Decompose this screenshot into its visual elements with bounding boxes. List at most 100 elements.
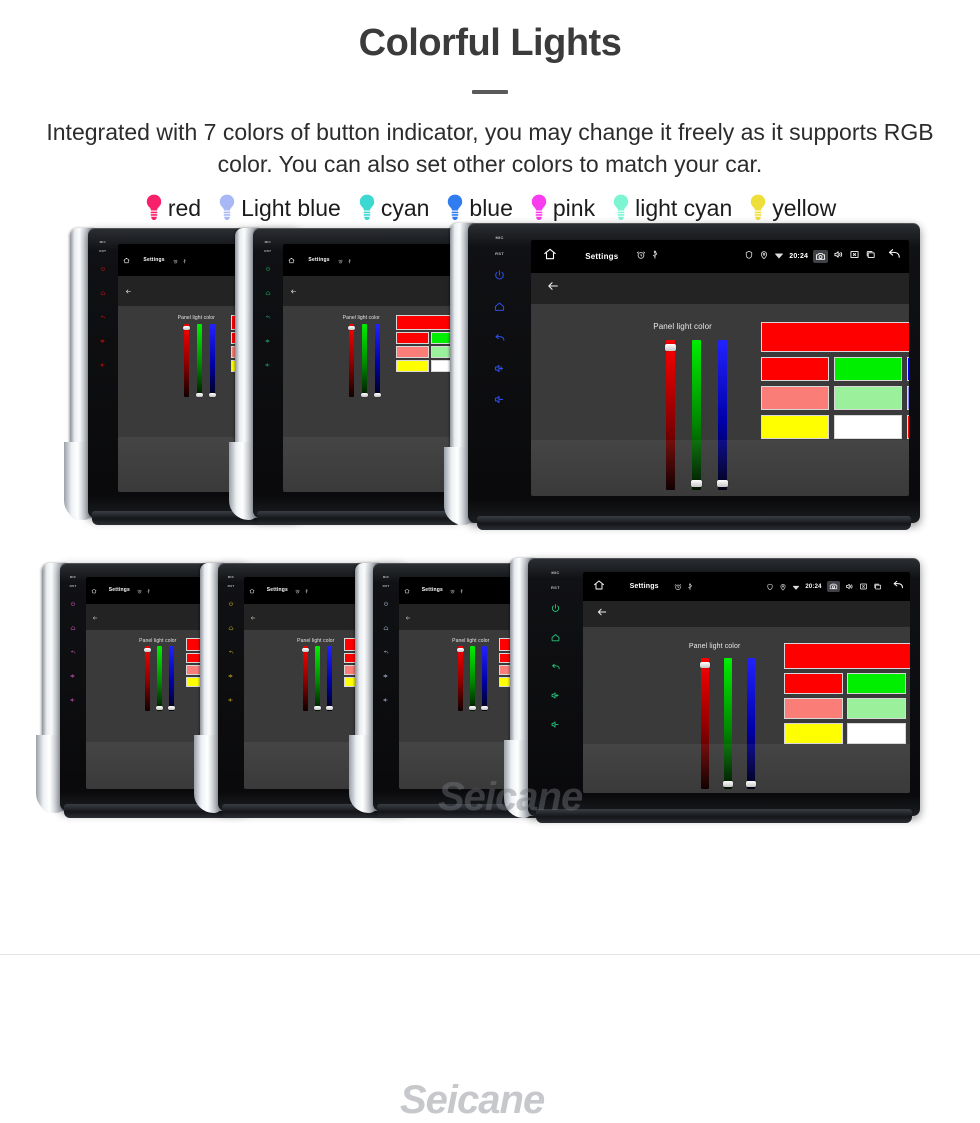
slider-thumb[interactable]: [144, 648, 151, 652]
camera-icon[interactable]: [813, 250, 828, 263]
volume-up-button[interactable]: [228, 666, 234, 684]
blue-slider[interactable]: [375, 324, 380, 397]
slider-thumb[interactable]: [481, 706, 488, 710]
back-arrow-icon[interactable]: [125, 282, 132, 300]
green-slider[interactable]: [157, 646, 162, 711]
power-button[interactable]: [265, 259, 271, 277]
volume-down-button[interactable]: [493, 393, 506, 411]
slider-thumb[interactable]: [723, 781, 733, 787]
power-button[interactable]: [550, 601, 561, 619]
volume-down-button[interactable]: [228, 690, 234, 708]
blue-slider[interactable]: [327, 646, 332, 711]
back-arrow-icon[interactable]: [887, 247, 901, 266]
volume-down-button[interactable]: [550, 717, 561, 735]
back-arrow-icon[interactable]: [405, 608, 411, 626]
power-button[interactable]: [70, 594, 76, 612]
volume-down-button[interactable]: [265, 355, 271, 373]
home-icon[interactable]: [404, 581, 410, 599]
blue-slider[interactable]: [169, 646, 174, 711]
red-slider[interactable]: [458, 646, 463, 711]
red-slider[interactable]: [701, 658, 709, 789]
green-slider[interactable]: [362, 324, 367, 397]
color-swatch[interactable]: [396, 332, 429, 344]
device-screen[interactable]: Settings20:24Panel light color: [583, 572, 910, 793]
power-button[interactable]: [493, 269, 506, 287]
volume-up-button[interactable]: [383, 666, 389, 684]
home-button[interactable]: [228, 618, 234, 636]
head-unit-blue[interactable]: MICRSTSettings20:24Panel light color: [450, 223, 920, 523]
blue-slider[interactable]: [747, 658, 755, 789]
slider-thumb[interactable]: [209, 393, 216, 397]
green-slider[interactable]: [197, 324, 202, 397]
volume-down-button[interactable]: [70, 690, 76, 708]
green-slider[interactable]: [724, 658, 732, 789]
slider-thumb[interactable]: [374, 393, 381, 397]
red-slider[interactable]: [666, 340, 675, 490]
color-swatch[interactable]: [907, 386, 908, 410]
back-arrow-icon[interactable]: [250, 608, 256, 626]
back-arrow-icon[interactable]: [892, 578, 904, 596]
color-swatch[interactable]: [907, 357, 908, 381]
green-slider[interactable]: [470, 646, 475, 711]
home-icon[interactable]: [91, 581, 97, 599]
blue-slider[interactable]: [718, 340, 727, 490]
color-swatch[interactable]: [907, 415, 908, 439]
green-slider[interactable]: [692, 340, 701, 490]
home-button[interactable]: [493, 300, 506, 318]
home-button[interactable]: [100, 283, 106, 301]
slider-thumb[interactable]: [168, 706, 175, 710]
color-swatch[interactable]: [396, 346, 429, 358]
home-button[interactable]: [383, 618, 389, 636]
slider-thumb[interactable]: [326, 706, 333, 710]
color-swatch[interactable]: [761, 357, 829, 381]
slider-thumb[interactable]: [156, 706, 163, 710]
slider-thumb[interactable]: [665, 344, 676, 351]
green-slider[interactable]: [315, 646, 320, 711]
color-swatch[interactable]: [761, 415, 829, 439]
back-button[interactable]: [493, 331, 506, 349]
device-screen[interactable]: Settings20:24Panel light color: [531, 240, 908, 497]
home-icon[interactable]: [123, 251, 130, 269]
back-button[interactable]: [265, 307, 271, 325]
back-arrow-icon[interactable]: [546, 279, 560, 298]
slider-thumb[interactable]: [361, 393, 368, 397]
color-swatch[interactable]: [834, 357, 902, 381]
home-button[interactable]: [70, 618, 76, 636]
volume-up-button[interactable]: [493, 362, 506, 380]
slider-thumb[interactable]: [717, 480, 728, 487]
head-unit-green[interactable]: MICRSTSettingsPanel light color: [235, 228, 465, 518]
camera-icon[interactable]: [827, 581, 840, 592]
slider-thumb[interactable]: [691, 480, 702, 487]
home-icon[interactable]: [288, 251, 295, 269]
recents-icon[interactable]: [865, 247, 876, 265]
slider-thumb[interactable]: [196, 393, 203, 397]
home-button[interactable]: [550, 630, 561, 648]
slider-thumb[interactable]: [183, 326, 190, 330]
volume-up-button[interactable]: [100, 331, 106, 349]
slider-thumb[interactable]: [348, 326, 355, 330]
slider-thumb[interactable]: [314, 706, 321, 710]
color-swatch[interactable]: [396, 360, 429, 372]
volume-down-button[interactable]: [383, 690, 389, 708]
red-slider[interactable]: [184, 324, 189, 397]
power-button[interactable]: [228, 594, 234, 612]
color-swatch[interactable]: [847, 698, 906, 719]
color-swatch[interactable]: [784, 723, 843, 744]
back-arrow-icon[interactable]: [290, 282, 297, 300]
close-box-icon[interactable]: [859, 578, 868, 596]
red-slider[interactable]: [303, 646, 308, 711]
color-swatch[interactable]: [847, 673, 906, 694]
back-button[interactable]: [383, 642, 389, 660]
volume-icon[interactable]: [833, 247, 844, 265]
slider-thumb[interactable]: [457, 648, 464, 652]
color-swatch[interactable]: [847, 723, 906, 744]
volume-up-button[interactable]: [265, 331, 271, 349]
home-button[interactable]: [265, 283, 271, 301]
device-screen[interactable]: SettingsPanel light color: [283, 244, 460, 492]
home-icon[interactable]: [593, 578, 605, 596]
back-arrow-icon[interactable]: [596, 605, 608, 623]
color-swatch[interactable]: [784, 698, 843, 719]
blue-slider[interactable]: [210, 324, 215, 397]
home-icon[interactable]: [249, 581, 255, 599]
head-unit-cyan[interactable]: MICRSTSettings20:24Panel light color: [510, 558, 920, 816]
